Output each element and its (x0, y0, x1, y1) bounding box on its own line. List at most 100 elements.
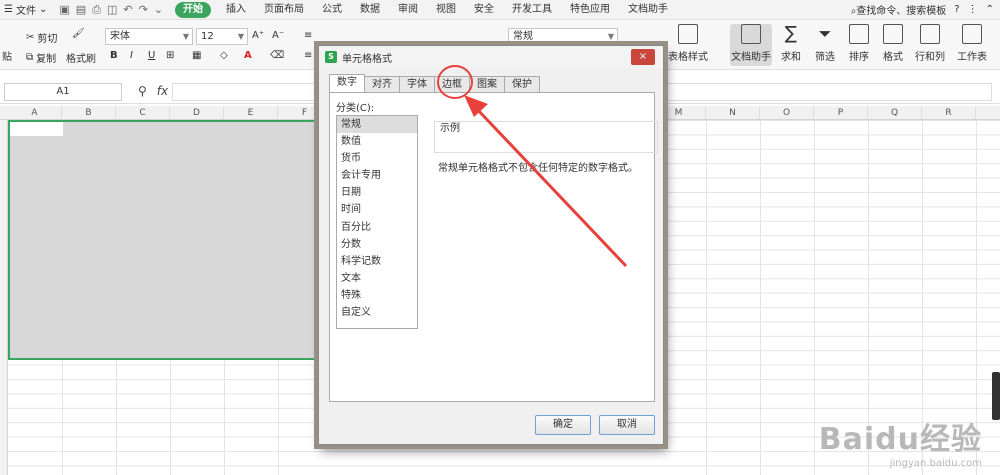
side-panel-handle[interactable] (992, 372, 1000, 420)
list-item[interactable]: 日期 (337, 184, 417, 201)
sort-button[interactable]: 排序 (842, 24, 876, 63)
sheet-icon (962, 24, 982, 44)
funnel-icon: ⏷ (818, 24, 832, 43)
export-icon[interactable]: ▤ (76, 3, 86, 16)
tab-home[interactable]: 开始 (175, 1, 212, 18)
number-tab-panel: 分类(C): 常规 数值 货币 会计专用 日期 时间 百分比 分数 科学记数 文… (329, 92, 658, 402)
tab-insert[interactable]: 插入 (217, 0, 255, 20)
chevron-down-icon[interactable]: ⌄ (154, 3, 163, 16)
brush-icon: 🖌 (72, 28, 85, 39)
column-header[interactable]: C (116, 106, 170, 120)
number-format-value: 常规 (513, 31, 533, 42)
list-item[interactable]: 时间 (337, 201, 417, 218)
cancel-button[interactable]: 取消 (599, 415, 655, 435)
worksheet-button[interactable]: 工作表 (952, 24, 992, 63)
sum-button[interactable]: ∑ 求和 (774, 24, 808, 64)
dialog-titlebar[interactable]: S 单元格格式 (319, 46, 663, 68)
list-item[interactable]: 特殊 (337, 287, 417, 304)
zoom-icon[interactable]: ⚲ (138, 84, 147, 98)
fill-color-icon[interactable]: ▦ (192, 50, 201, 61)
align-left-icon[interactable]: ≡ (304, 50, 312, 61)
list-item[interactable]: 文本 (337, 270, 417, 287)
undo-icon[interactable]: ↶ (123, 3, 132, 16)
paste-button[interactable]: 贴 (2, 48, 12, 63)
column-header[interactable]: E (224, 106, 278, 120)
column-header[interactable]: D (170, 106, 224, 120)
list-item[interactable]: 百分比 (337, 219, 417, 236)
row-col-button[interactable]: 行和列 (910, 24, 950, 63)
sample-label: 示例 (440, 123, 460, 134)
category-list[interactable]: 常规 数值 货币 会计专用 日期 时间 百分比 分数 科学记数 文本 特殊 自定… (336, 115, 418, 329)
column-header[interactable]: R (922, 106, 976, 120)
fx-icon[interactable]: fx (157, 84, 168, 98)
list-item[interactable]: 货币 (337, 150, 417, 167)
selected-range[interactable] (8, 120, 326, 360)
paste-label: 贴 (2, 52, 12, 63)
tab-number[interactable]: 数字 (329, 74, 365, 92)
tab-pattern[interactable]: 图案 (469, 76, 505, 92)
list-item[interactable]: 数值 (337, 133, 417, 150)
tab-view[interactable]: 视图 (427, 0, 465, 20)
eraser-icon[interactable]: ⌫ (270, 50, 284, 61)
chevron-down-icon: ⌄ (38, 4, 48, 15)
print-icon[interactable]: ⎙ (92, 3, 101, 17)
preview-icon[interactable]: ◫ (107, 3, 117, 16)
ok-button[interactable]: 确定 (535, 415, 591, 435)
tab-border[interactable]: 边框 (434, 76, 470, 92)
list-item[interactable]: 自定义 (337, 304, 417, 321)
name-box[interactable]: A1 (4, 83, 122, 101)
tab-page-layout[interactable]: 页面布局 (255, 0, 313, 20)
redo-icon[interactable]: ↷ (139, 3, 148, 16)
search-command[interactable]: ⌕查找命令、搜索模板 (851, 2, 947, 17)
italic-button[interactable]: I (130, 50, 133, 61)
more-icon[interactable]: ⋮ (968, 4, 978, 15)
font-color-button[interactable]: A (244, 50, 252, 61)
watermark-url: jingyan.baidu.com (889, 458, 982, 469)
save-icon[interactable]: ▣ (59, 3, 69, 16)
format-button[interactable]: 格式 (876, 24, 910, 63)
list-item[interactable]: 会计专用 (337, 167, 417, 184)
align-top-icon[interactable]: ≡ (304, 30, 312, 41)
chevron-up-icon[interactable]: ⌃ (986, 4, 994, 15)
font-size-select[interactable]: 12 ▼ (196, 28, 248, 45)
help-button[interactable]: ? (954, 4, 959, 15)
table-style-button[interactable]: 表格样式 (668, 24, 708, 63)
tab-special-apps[interactable]: 特色应用 (561, 0, 619, 20)
grid-line (760, 120, 761, 475)
font-shrink-icon[interactable]: A⁻ (272, 30, 284, 41)
tab-data[interactable]: 数据 (351, 0, 389, 20)
font-grow-icon[interactable]: A⁺ (252, 30, 264, 41)
tab-formulas[interactable]: 公式 (313, 0, 351, 20)
tab-font[interactable]: 字体 (399, 76, 435, 92)
border-icon[interactable]: ⊞ (166, 50, 174, 61)
underline-button[interactable]: U (148, 50, 155, 61)
tab-doc-assistant[interactable]: 文档助手 (619, 0, 677, 20)
tab-developer[interactable]: 开发工具 (503, 0, 561, 20)
active-cell[interactable] (10, 122, 63, 136)
highlight-icon[interactable]: ◇ (220, 50, 228, 61)
bold-button[interactable]: B (110, 50, 118, 61)
column-header[interactable]: P (814, 106, 868, 120)
copy-button[interactable]: ⧉ 复制 (26, 50, 56, 65)
tab-alignment[interactable]: 对齐 (364, 76, 400, 92)
number-format-select[interactable]: 常规 ▼ (508, 28, 618, 45)
doc-assistant-button[interactable]: 文档助手 (730, 24, 772, 66)
tab-review[interactable]: 审阅 (389, 0, 427, 20)
file-menu[interactable]: ☰ 文件 ⌄ (0, 0, 53, 20)
cut-button[interactable]: ✂ 剪切 (26, 30, 57, 45)
tab-protection[interactable]: 保护 (504, 76, 540, 92)
list-item[interactable]: 分数 (337, 236, 417, 253)
column-header[interactable]: O (760, 106, 814, 120)
format-painter-button[interactable]: 格式刷 (66, 50, 96, 65)
column-header[interactable]: A (8, 106, 62, 120)
column-header[interactable]: N (706, 106, 760, 120)
tab-security[interactable]: 安全 (465, 0, 503, 20)
list-item[interactable]: 常规 (337, 116, 417, 134)
column-header[interactable]: B (62, 106, 116, 120)
list-item[interactable]: 科学记数 (337, 253, 417, 270)
scissors-icon: ✂ (26, 32, 35, 43)
column-header[interactable]: Q (868, 106, 922, 120)
filter-button[interactable]: ⏷ 筛选 (808, 24, 842, 63)
font-name-select[interactable]: 宋体 ▼ (105, 28, 193, 45)
close-button[interactable]: × (631, 49, 655, 65)
